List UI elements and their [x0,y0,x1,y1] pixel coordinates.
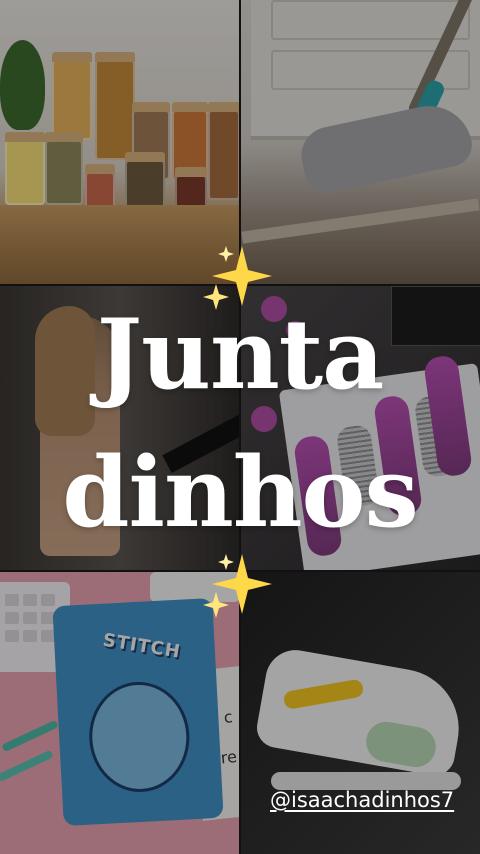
mop-head [296,98,476,197]
jar [172,102,208,180]
jar [132,102,170,180]
jar [175,167,207,213]
jar [45,132,83,205]
profile-handle-link[interactable]: @isaachadinhos7 [270,788,454,812]
title-line-2: dinhos [62,436,418,549]
mop-grip [413,78,447,122]
jar [85,164,115,212]
cabinet [251,0,480,140]
tile-cleaning-mop [241,0,480,284]
jar [95,52,135,160]
jar [208,102,239,200]
jar [125,152,165,210]
paper-text: nd c [197,707,234,730]
jar [5,132,45,205]
stitch-label: STITCH [101,629,183,663]
sparkles-icon [203,554,272,618]
stitch-notebook: STITCH [52,597,224,827]
sneaker [253,645,469,779]
paper-sheet: nd c alre [187,663,239,821]
plant [0,40,45,130]
mop-pole [406,0,478,116]
floor-edge [241,198,480,244]
paper-text: alre [205,746,238,770]
collage-grid: nd c alre STITCH [0,0,480,854]
title-line-1: Junta [96,298,385,411]
jar [52,52,92,140]
pen [1,719,59,753]
stitch-illustration [86,679,193,795]
keyboard [0,582,70,672]
pen [0,749,54,783]
